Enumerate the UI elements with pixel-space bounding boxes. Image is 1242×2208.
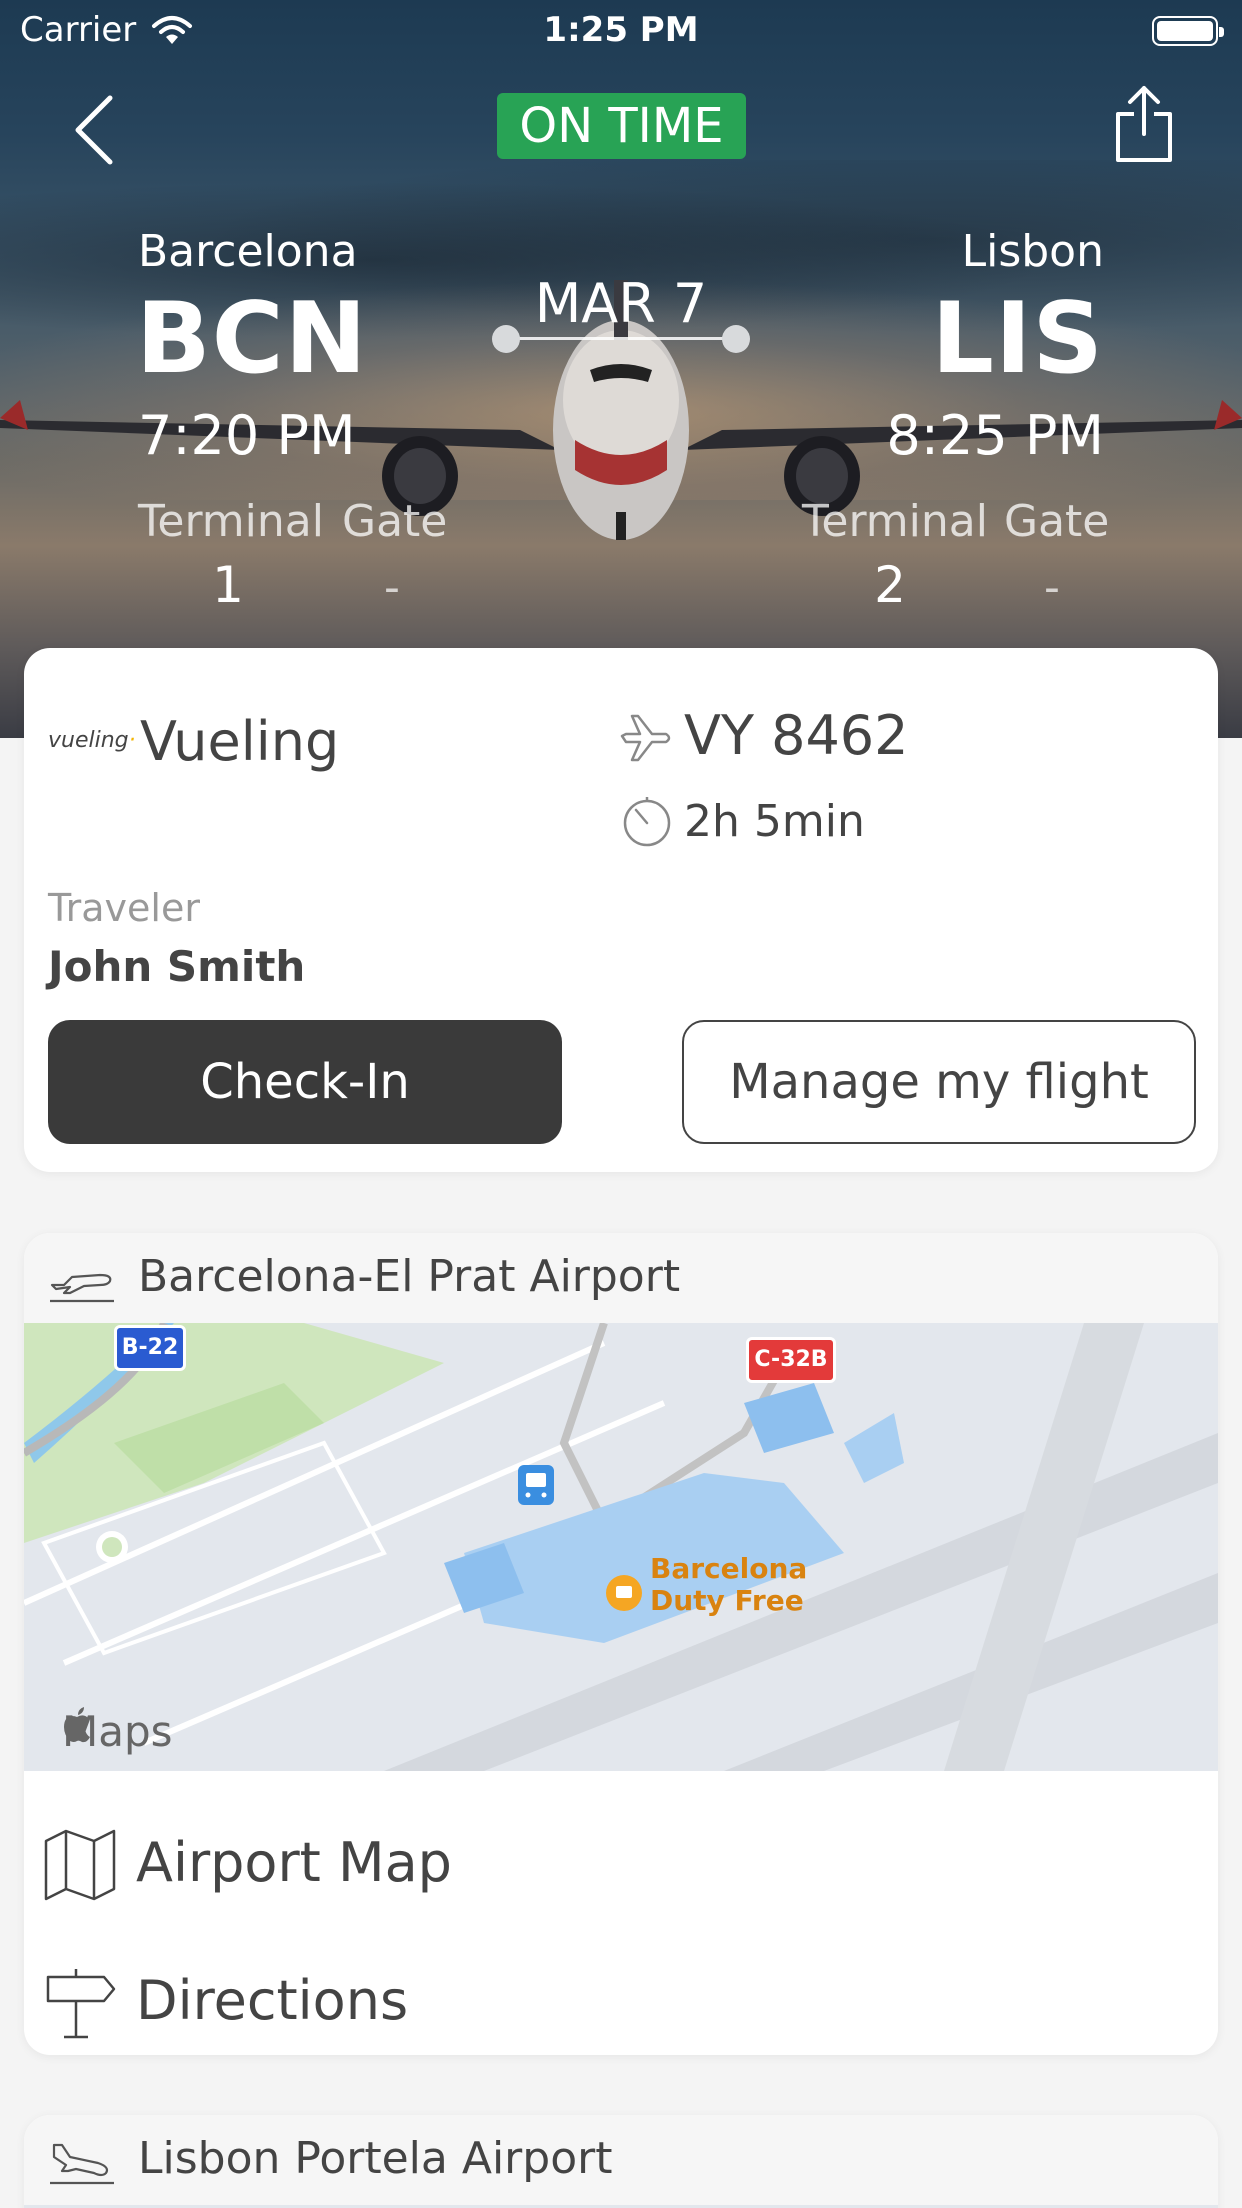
- departure-airport-name: Barcelona-El Prat Airport: [138, 1251, 681, 1302]
- arrival-terminal-label: Terminal: [802, 496, 988, 547]
- departure-gate-value: -: [384, 562, 400, 613]
- departure-gate-label: Gate: [342, 496, 448, 547]
- share-icon[interactable]: [1112, 84, 1176, 164]
- poi-line-2: Duty Free: [650, 1584, 804, 1617]
- traveler-label: Traveler: [48, 886, 200, 930]
- takeoff-icon: [50, 1273, 114, 1303]
- poi-line-1: Barcelona: [650, 1552, 808, 1585]
- back-chevron-icon[interactable]: [70, 90, 120, 170]
- check-in-button[interactable]: Check-In: [48, 1020, 562, 1144]
- route-origin-dot: [492, 325, 520, 353]
- arrival-city: Lisbon: [961, 226, 1104, 277]
- airport-map-row[interactable]: Airport Map: [24, 1795, 1218, 1931]
- airport-map-label: Airport Map: [136, 1831, 452, 1894]
- departure-city: Barcelona: [138, 226, 358, 277]
- apple-maps-logo: Maps: [62, 1707, 173, 1756]
- status-bar: Carrier 1:25 PM: [0, 0, 1242, 62]
- arrival-gate-label: Gate: [1004, 496, 1110, 547]
- departure-airport-header[interactable]: Barcelona-El Prat Airport: [24, 1233, 1218, 1323]
- airline-name: Vueling: [140, 710, 340, 773]
- directions-label: Directions: [136, 1969, 409, 2032]
- landing-icon: [50, 2143, 114, 2185]
- arrival-time: 8:25 PM: [886, 404, 1104, 467]
- departure-terminal-label: Terminal: [138, 496, 324, 547]
- departure-airport-card: Barcelona-El Prat Airport B-22 C-32B Bar…: [24, 1233, 1218, 2055]
- arrival-terminal-value: 2: [874, 556, 906, 614]
- departure-code: BCN: [136, 282, 368, 396]
- status-time: 1:25 PM: [543, 10, 699, 50]
- airplane-icon: [620, 714, 671, 762]
- flight-date: MAR 7: [534, 272, 708, 335]
- map-tiles: [24, 1323, 1218, 1771]
- directions-row[interactable]: Directions: [24, 1933, 1218, 2055]
- timer-icon: [623, 797, 671, 847]
- map-icon: [44, 1829, 116, 1901]
- route-destination-dot: [722, 325, 750, 353]
- duty-free-poi-label: Barcelona Duty Free: [650, 1553, 807, 1617]
- arrival-code: LIS: [931, 282, 1104, 396]
- traveler-name: John Smith: [48, 942, 306, 991]
- flight-number: VY 8462: [684, 704, 909, 767]
- apple-logo-icon: [64, 1707, 90, 1743]
- departure-airport-map[interactable]: B-22 C-32B Barcelona Duty Free Maps: [24, 1323, 1218, 1771]
- battery-icon: [1152, 16, 1224, 46]
- flight-details-card: vueling· Vueling VY 8462 2h 5min Travele…: [24, 648, 1218, 1172]
- airline-logo-text: vueling: [48, 728, 129, 753]
- departure-time: 7:20 PM: [138, 404, 356, 467]
- signpost-icon: [46, 1969, 116, 2039]
- arrival-airport-name: Lisbon Portela Airport: [138, 2133, 613, 2184]
- flight-hero: Carrier 1:25 PM ON TIME Barcelona BCN 7:…: [0, 0, 1242, 738]
- arrival-airport-header[interactable]: Lisbon Portela Airport: [24, 2115, 1218, 2205]
- flight-status-badge: ON TIME: [497, 93, 746, 159]
- route-line: [505, 337, 735, 340]
- route-shield-c32b: C-32B: [746, 1337, 836, 1383]
- manage-flight-button[interactable]: Manage my flight: [682, 1020, 1196, 1144]
- arrival-gate-value: -: [1044, 562, 1060, 613]
- airline-logo: vueling·: [48, 728, 136, 753]
- departure-terminal-value: 1: [212, 556, 244, 614]
- arrival-airport-card: Lisbon Portela Airport: [24, 2115, 1218, 2208]
- flight-duration: 2h 5min: [684, 796, 865, 847]
- route-shield-b22: B-22: [114, 1325, 186, 1371]
